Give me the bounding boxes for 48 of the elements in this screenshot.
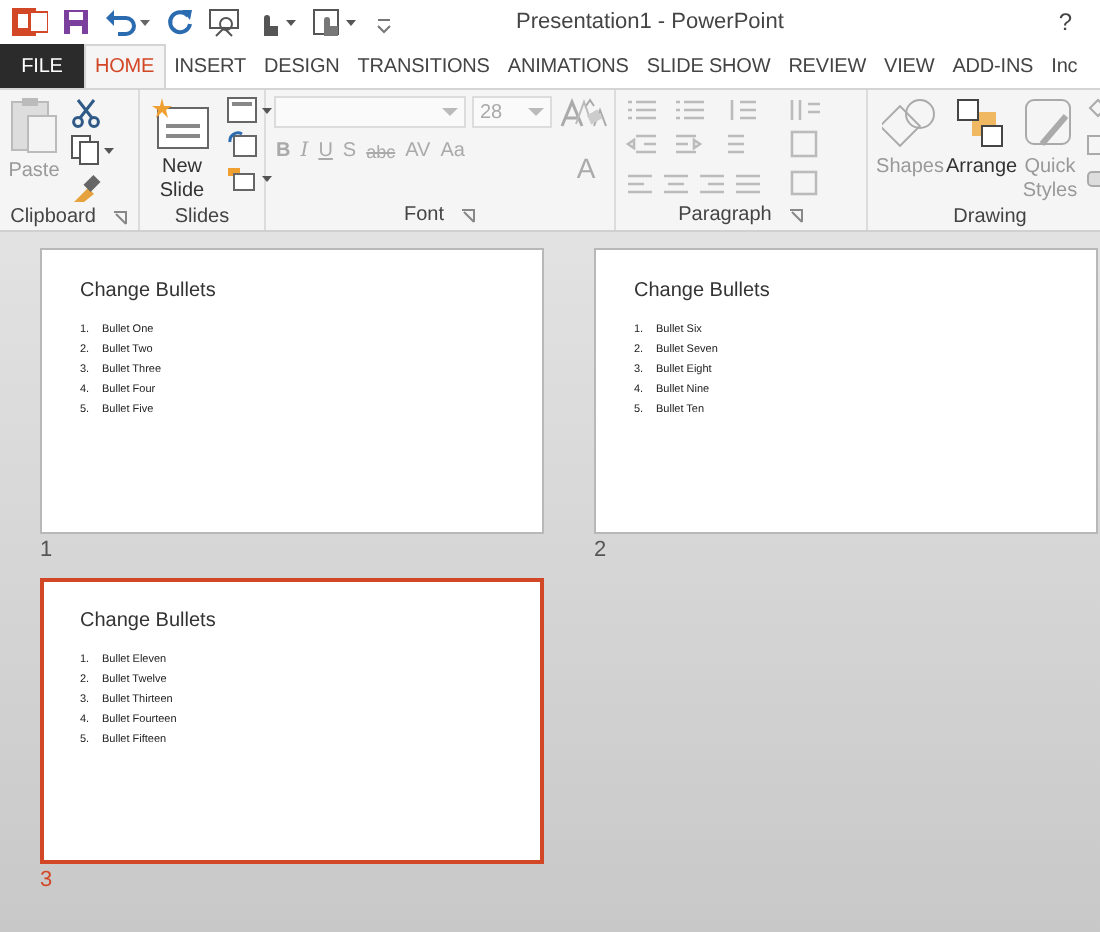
section-icon[interactable] <box>226 164 274 192</box>
dialog-launcher-icon[interactable] <box>460 207 476 223</box>
slide-title: Change Bullets <box>80 280 216 302</box>
dialog-launcher-icon[interactable] <box>787 207 804 223</box>
ribbon-tab[interactable]: VIEW <box>875 44 944 88</box>
dropdown-arrow-icon <box>442 107 458 117</box>
ribbon-tab[interactable]: ANIMATIONS <box>498 44 638 88</box>
clipboard-icon <box>8 96 60 156</box>
ribbon-tab[interactable]: ADD-INS <box>943 44 1043 88</box>
shapes-icon <box>882 96 938 152</box>
powerpoint-logo-icon <box>12 6 48 38</box>
slide-number: 2 <box>594 538 607 562</box>
layout-icon[interactable] <box>226 96 274 124</box>
ribbon-tab[interactable]: DESIGN <box>255 44 349 88</box>
new-slide-button[interactable]: New Slide <box>148 96 216 204</box>
ribbon-tab[interactable]: REVIEW <box>779 44 876 88</box>
save-icon[interactable] <box>62 8 90 36</box>
dialog-launcher-icon[interactable] <box>111 209 128 225</box>
group-label: Drawing <box>953 206 1027 228</box>
reset-icon[interactable] <box>226 130 258 158</box>
slide-number: 1 <box>40 538 53 562</box>
group-label: Font <box>403 204 444 226</box>
font-name-field[interactable] <box>274 96 466 128</box>
presenter-icon[interactable] <box>208 7 240 37</box>
redo-icon[interactable] <box>166 8 194 36</box>
window-title: Presentation1 - PowerPoint <box>516 10 784 34</box>
group-label: Clipboard <box>10 206 96 228</box>
group-label: Paragraph <box>678 204 772 226</box>
slide-title: Change Bullets <box>80 610 216 632</box>
copy-icon[interactable] <box>70 134 114 166</box>
format-painter-icon[interactable] <box>70 172 102 204</box>
group-label: Slides <box>174 206 230 228</box>
ribbon-tab[interactable]: TRANSITIONS <box>348 44 499 88</box>
cut-icon[interactable] <box>70 96 102 128</box>
arrange-button[interactable]: Arrange <box>946 96 1014 180</box>
file-tab[interactable]: FILE <box>0 44 84 88</box>
ribbon-tab[interactable]: HOME <box>84 44 166 88</box>
dropdown-arrow-icon <box>528 107 544 117</box>
arrange-icon <box>952 96 1008 152</box>
undo-icon[interactable] <box>104 8 152 36</box>
help-button[interactable]: ? <box>1058 8 1072 36</box>
ribbon-tab[interactable]: SLIDE SHOW <box>637 44 780 88</box>
ribbon-tab[interactable]: Inc <box>1042 44 1087 88</box>
touch-mode-icon[interactable] <box>312 6 360 38</box>
slide-number: 3 <box>40 868 53 892</box>
new-slide-icon <box>152 96 212 152</box>
ribbon-tab[interactable]: INSERT <box>165 44 255 88</box>
slide-title: Change Bullets <box>634 280 770 302</box>
